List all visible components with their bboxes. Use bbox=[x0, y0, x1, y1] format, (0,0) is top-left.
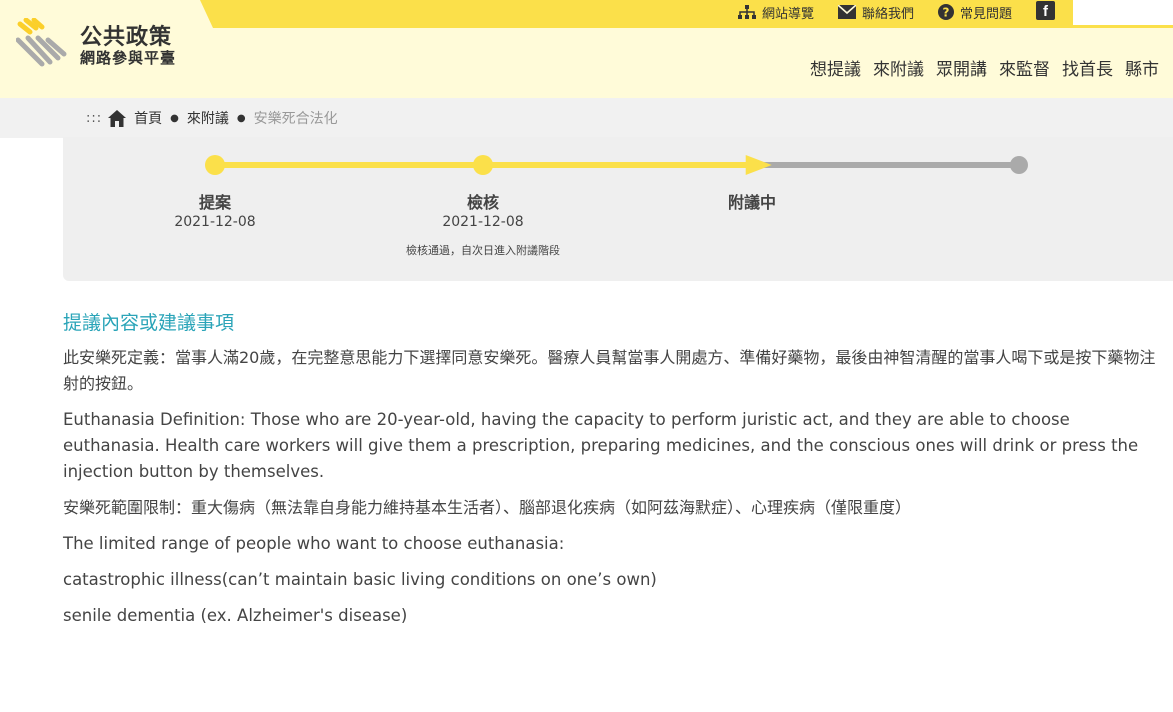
top-right-blank bbox=[1073, 0, 1173, 25]
scope-en-intro: The limited range of people who want to … bbox=[63, 534, 565, 553]
step-date-review: 2021-12-08 bbox=[442, 214, 524, 230]
step-date-proposal: 2021-12-08 bbox=[174, 214, 256, 230]
step-note-review: 檢核通過，自次日進入附議階段 bbox=[406, 244, 560, 257]
nav-discuss[interactable]: 眾開講 bbox=[936, 55, 987, 80]
step-label-proposal: 提案 bbox=[198, 193, 231, 212]
hand-stripes-logo-icon[interactable] bbox=[15, 17, 72, 74]
site-header: 網站導覽 聯絡我們 ? 常見問題 f 公共政策 網路參與平臺 想提議 來附議 眾… bbox=[0, 0, 1173, 98]
section-title: 提議內容或建議事項 bbox=[63, 312, 235, 334]
nav-propose[interactable]: 想提議 bbox=[810, 55, 861, 80]
nav-find-leader[interactable]: 找首長 bbox=[1062, 55, 1113, 80]
breadcrumb: ::: 首頁 ● 來附議 ● 安樂死合法化 bbox=[0, 98, 1173, 138]
breadcrumb-home[interactable]: 首頁 bbox=[134, 108, 162, 128]
breadcrumb-current: 安樂死合法化 bbox=[253, 111, 338, 127]
breadcrumb-separator: ● bbox=[170, 112, 179, 124]
step-label-review: 檢核 bbox=[466, 193, 499, 212]
breadcrumb-level1[interactable]: 來附議 bbox=[187, 108, 229, 128]
definition-zh: 此安樂死定義：當事人滿20歲，在完整意思能力下選擇同意安樂死。醫療人員幫當事人開… bbox=[63, 348, 1156, 393]
home-icon[interactable] bbox=[108, 109, 127, 127]
sitemap-icon bbox=[738, 5, 756, 19]
progress-arrow bbox=[745, 155, 772, 175]
svg-text:?: ? bbox=[943, 6, 950, 20]
nav-monitor[interactable]: 來監督 bbox=[999, 55, 1050, 80]
sitemap-link[interactable]: 網站導覽 bbox=[738, 0, 814, 24]
nav-second[interactable]: 來附議 bbox=[873, 55, 924, 80]
step-node-final bbox=[1010, 156, 1028, 174]
main-nav: 想提議 來附議 眾開講 來監督 找首長 縣市 bbox=[810, 55, 1171, 80]
proposal-content: 提議內容或建議事項 此安樂死定義：當事人滿20歲，在完整意思能力下選擇同意安樂死… bbox=[63, 308, 1163, 639]
step-node-review bbox=[473, 155, 493, 175]
contact-link[interactable]: 聯絡我們 bbox=[838, 0, 914, 24]
envelope-icon bbox=[838, 5, 856, 19]
faq-link[interactable]: ? 常見問題 bbox=[938, 0, 1012, 24]
question-circle-icon: ? bbox=[938, 4, 954, 20]
facebook-icon[interactable]: f bbox=[1036, 1, 1055, 20]
definition-en: Euthanasia Definition: Those who are 20-… bbox=[63, 410, 1139, 481]
step-label-seconding: 附議中 bbox=[727, 193, 776, 212]
step-node-proposal bbox=[205, 155, 225, 175]
logo-subtitle[interactable]: 網路參與平臺 bbox=[80, 47, 176, 68]
breadcrumb-separator: ● bbox=[236, 112, 246, 124]
facebook-glyph: f bbox=[1043, 3, 1048, 20]
sitemap-label: 網站導覽 bbox=[762, 6, 815, 22]
progress-panel: 提案 2021-12-08 檢核 2021-12-08 檢核通過，自次日進入附議… bbox=[63, 137, 1173, 281]
scope-en-item-2: senile dementia (ex. Alzheimer's disease… bbox=[63, 606, 408, 625]
scope-en-item-1: catastrophic illness(can’t maintain basi… bbox=[63, 570, 657, 589]
accesskey-marker[interactable]: ::: bbox=[86, 111, 102, 126]
faq-label: 常見問題 bbox=[960, 6, 1013, 22]
contact-label: 聯絡我們 bbox=[862, 6, 915, 22]
scope-zh: 安樂死範圍限制：重大傷病（無法靠自身能力維持基本生活者）、腦部退化疾病（如阿茲海… bbox=[63, 498, 912, 517]
nav-county[interactable]: 縣市 bbox=[1125, 55, 1159, 80]
